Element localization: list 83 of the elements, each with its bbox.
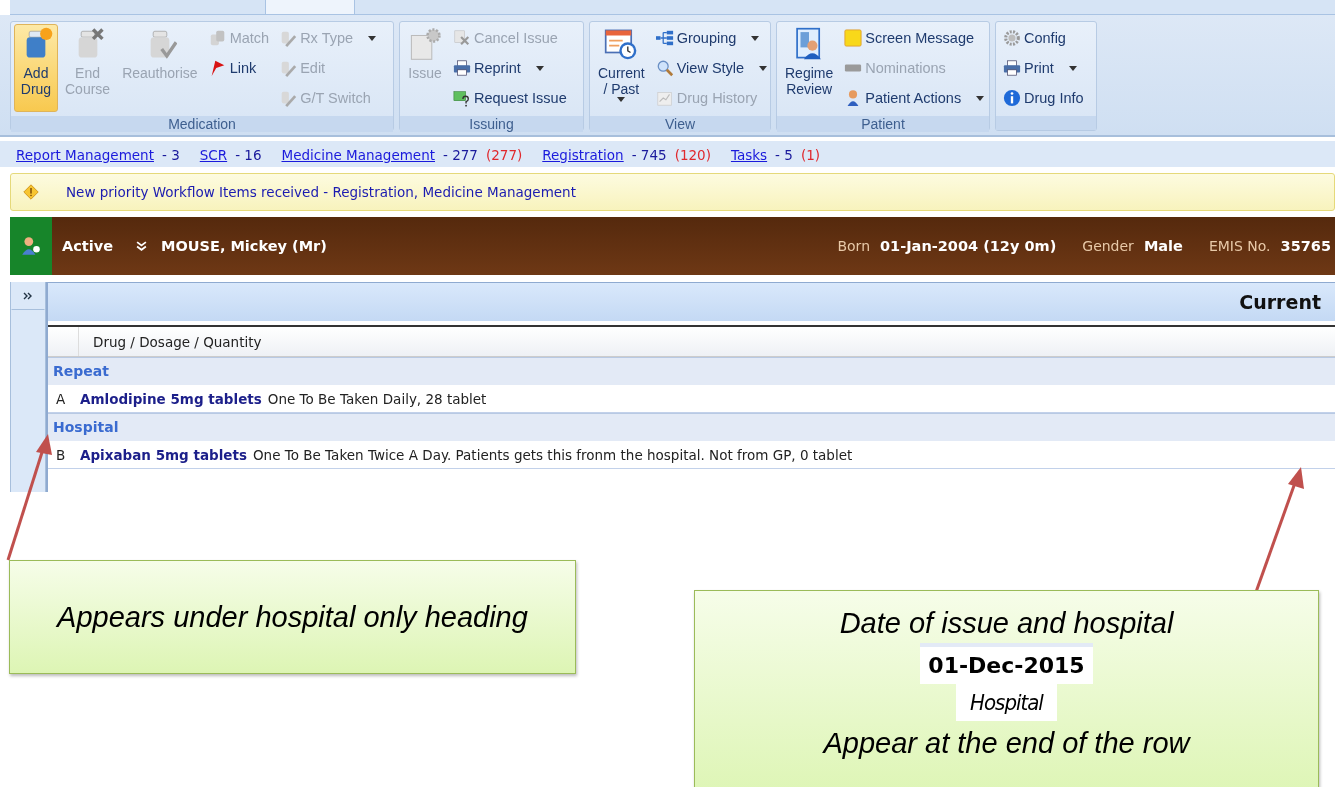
ribbon-button[interactable]: Regime Review bbox=[780, 24, 839, 112]
workflow-count: - 16 bbox=[235, 146, 262, 163]
document-gear-icon bbox=[408, 27, 442, 61]
caret-icon bbox=[976, 95, 985, 101]
row-code: A bbox=[56, 390, 67, 407]
dosage-text: One To Be Taken Twice A Day. Patients gets this fronm the hospital. Not from GP, 0 tablet bbox=[252, 446, 853, 463]
workflow-count: - 277 bbox=[443, 146, 478, 163]
dosage-text: One To Be Taken Daily, 28 tablet bbox=[267, 390, 487, 407]
caret-icon bbox=[1068, 65, 1077, 71]
bottle-pencil-icon bbox=[279, 59, 298, 77]
printer-icon bbox=[1003, 59, 1021, 77]
ribbon-button[interactable]: Request Issue bbox=[449, 84, 571, 112]
chart-document-icon bbox=[655, 89, 674, 107]
workflow-count: - 3 bbox=[162, 146, 180, 163]
callout-text: Date of issue and hospital bbox=[839, 606, 1174, 641]
ribbon-button[interactable]: Grouping bbox=[651, 24, 772, 52]
field-label: EMIS No. bbox=[1208, 238, 1271, 254]
patient-status: Active bbox=[61, 238, 114, 254]
workflow-link[interactable]: Tasks bbox=[730, 146, 768, 163]
document-question-icon bbox=[453, 89, 471, 107]
ribbon-button[interactable]: Config bbox=[999, 24, 1088, 52]
ribbon-button[interactable]: Print bbox=[999, 54, 1088, 82]
magnifier-icon bbox=[655, 59, 674, 77]
gear-icon bbox=[1003, 29, 1021, 47]
priority-count: (277) bbox=[485, 146, 523, 163]
ribbon-button[interactable]: Link bbox=[204, 54, 274, 82]
workflow-count: - 745 bbox=[631, 146, 667, 163]
field-value: Male bbox=[1143, 238, 1183, 254]
caret-icon bbox=[368, 35, 377, 41]
workflow-link[interactable]: SCR bbox=[199, 146, 228, 163]
group-label: View bbox=[664, 116, 696, 132]
pills-icon bbox=[208, 29, 227, 47]
bottle-pencil-icon bbox=[279, 29, 298, 47]
caret-icon bbox=[535, 65, 544, 71]
group-heading[interactable]: Hospital bbox=[48, 413, 1335, 441]
double-chevron-icon[interactable] bbox=[136, 240, 147, 252]
patient-name: MOUSE, Mickey (Mr) bbox=[161, 238, 327, 254]
caret-icon bbox=[617, 97, 626, 102]
caret-icon bbox=[759, 65, 768, 71]
callout-text: Appears under hospital only heading bbox=[57, 600, 528, 635]
calendar-clock-icon bbox=[604, 27, 639, 61]
ribbon-button[interactable]: Add Drug bbox=[14, 24, 58, 112]
ribbon-button[interactable]: Screen Message bbox=[840, 24, 989, 52]
ribbon-button[interactable]: Patient Actions bbox=[840, 84, 989, 112]
patient-button[interactable] bbox=[10, 217, 52, 275]
group-label: Patient bbox=[861, 116, 905, 132]
info-icon bbox=[1003, 89, 1021, 107]
ribbon-button[interactable]: Current / Past bbox=[593, 24, 650, 112]
field-label: Born bbox=[837, 238, 870, 254]
priority-count: (120) bbox=[674, 146, 711, 163]
workflow-link[interactable]: Medicine Management bbox=[281, 146, 435, 163]
priority-count: (1) bbox=[800, 146, 820, 163]
field-label: Gender bbox=[1082, 238, 1134, 254]
row-code: B bbox=[56, 446, 67, 463]
bottle-pencil-icon bbox=[279, 89, 298, 107]
tab[interactable] bbox=[265, 0, 355, 14]
person-icon bbox=[20, 235, 42, 257]
ribbon-button[interactable]: View Style bbox=[651, 54, 772, 82]
column-title: Drug / Dosage / Quantity bbox=[92, 333, 262, 350]
group-label: Issuing bbox=[469, 116, 514, 132]
ribbon-button[interactable]: Drug Info bbox=[999, 84, 1088, 112]
group-heading[interactable]: Repeat bbox=[48, 357, 1335, 385]
source-snippet: Hospital bbox=[956, 684, 1057, 721]
field-value: 01-Jan-2004 (12y 0m) bbox=[880, 238, 1057, 254]
note-icon bbox=[844, 29, 863, 47]
panel-title: Current bbox=[1239, 291, 1321, 313]
double-chevron-icon bbox=[23, 291, 33, 301]
drug-name[interactable]: Apixaban 5mg tablets bbox=[80, 446, 247, 463]
document-x-icon bbox=[453, 29, 471, 47]
tree-icon bbox=[655, 29, 674, 47]
notice-text: New priority Workflow Items received - Registration, Medicine Management bbox=[66, 184, 576, 200]
field-value: 35765 bbox=[1280, 238, 1331, 254]
date-snippet: 01-Dec-2015 bbox=[920, 643, 1093, 684]
caret-icon bbox=[751, 35, 760, 41]
warning-icon bbox=[23, 184, 39, 200]
workflow-count: - 5 bbox=[775, 146, 793, 163]
drug-name[interactable]: Amlodipine 5mg tablets bbox=[80, 390, 262, 407]
group-label: Medication bbox=[168, 116, 236, 132]
ribbon-button[interactable]: Reprint bbox=[449, 54, 571, 82]
workflow-link[interactable]: Report Management bbox=[16, 146, 154, 163]
callout-text: Appear at the end of the row bbox=[823, 726, 1190, 761]
workflow-link[interactable]: Registration bbox=[542, 146, 624, 163]
printer-icon bbox=[453, 59, 471, 77]
